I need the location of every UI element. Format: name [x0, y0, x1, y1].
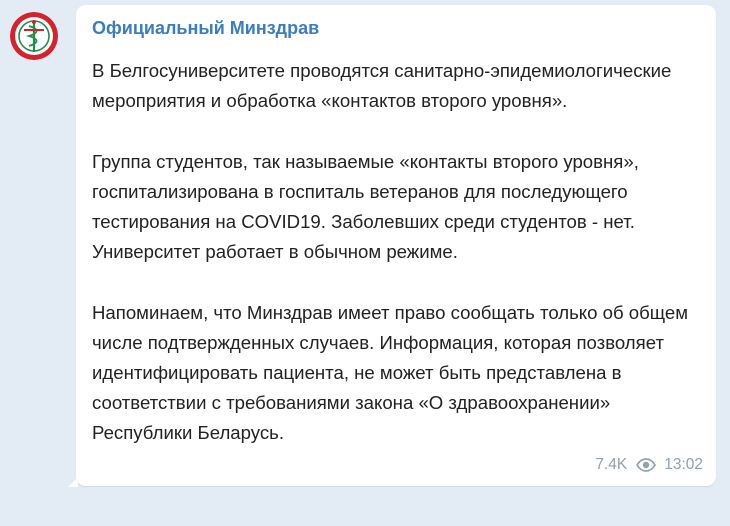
- message-meta: 7.4K 13:02: [595, 456, 703, 474]
- message-paragraph-3: Напоминаем, что Минздрав имеет право соо…: [92, 301, 689, 444]
- channel-avatar[interactable]: [10, 12, 58, 60]
- eye-icon: [636, 458, 657, 472]
- message-paragraph-2: Группа студентов, так называемые «контак…: [92, 150, 639, 263]
- views-count: 7.4K: [595, 456, 628, 473]
- message-time: 13:02: [664, 456, 703, 473]
- channel-name-link[interactable]: Официальный Минздрав: [92, 18, 319, 39]
- message-bubble: Официальный Минздрав В Белгосуниверситет…: [76, 5, 716, 486]
- message-text: В Белгосуниверситете проводятся санитарн…: [92, 56, 712, 449]
- message-paragraph-1: В Белгосуниверситете проводятся санитарн…: [92, 60, 672, 112]
- medical-emblem-icon: [10, 12, 58, 60]
